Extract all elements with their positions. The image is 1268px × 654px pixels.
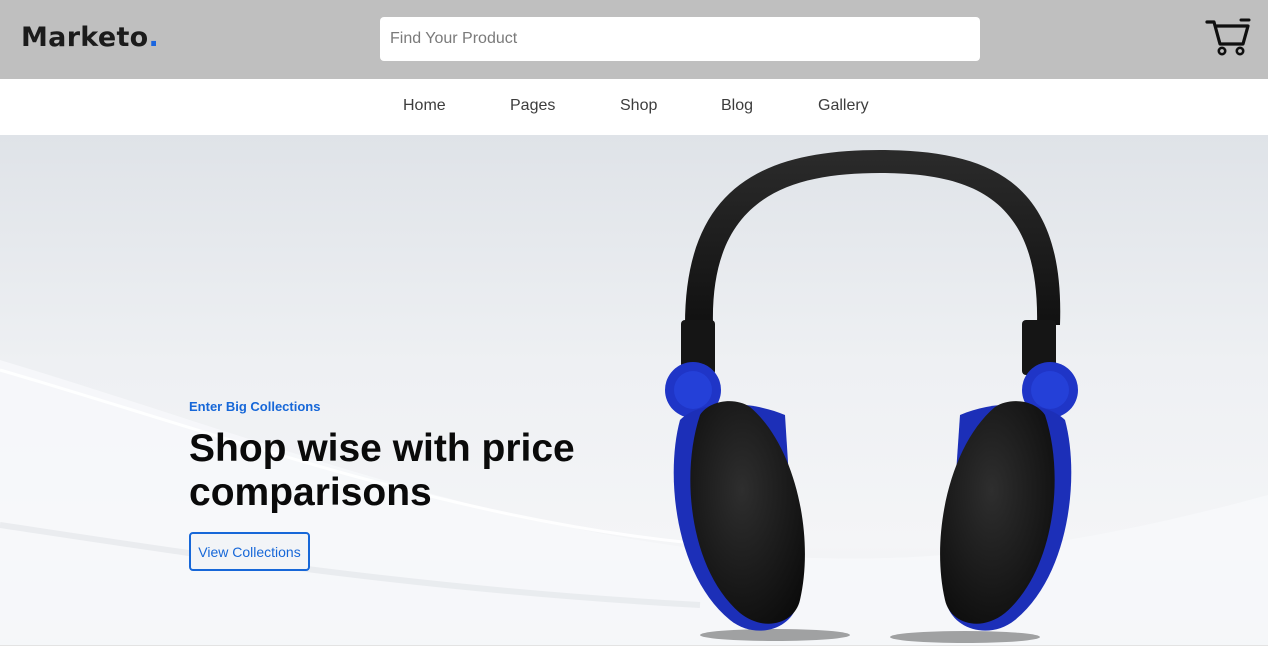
nav-item-pages[interactable]: Pages	[510, 96, 555, 116]
search-input[interactable]	[380, 17, 980, 61]
hero-headline: Shop wise with price comparisons	[189, 427, 575, 514]
shopping-cart-icon[interactable]	[1205, 17, 1251, 57]
page-divider	[0, 645, 1268, 654]
nav-item-gallery[interactable]: Gallery	[818, 96, 869, 116]
top-header: Marketo.	[0, 0, 1268, 79]
view-collections-button[interactable]: View Collections	[189, 532, 310, 571]
logo-dot: .	[148, 22, 160, 53]
nav-item-home[interactable]: Home	[403, 96, 446, 116]
nav-item-shop[interactable]: Shop	[620, 96, 657, 116]
nav-item-blog[interactable]: Blog	[721, 96, 753, 116]
logo-text: Marketo	[21, 22, 149, 53]
hero-eyebrow: Enter Big Collections	[189, 399, 321, 414]
logo[interactable]: Marketo.	[21, 18, 159, 58]
main-nav: Home Pages Shop Blog Gallery	[0, 79, 1268, 135]
headphones-image	[665, 150, 1078, 643]
hero-banner: Enter Big Collections Shop wise with pri…	[0, 135, 1268, 645]
